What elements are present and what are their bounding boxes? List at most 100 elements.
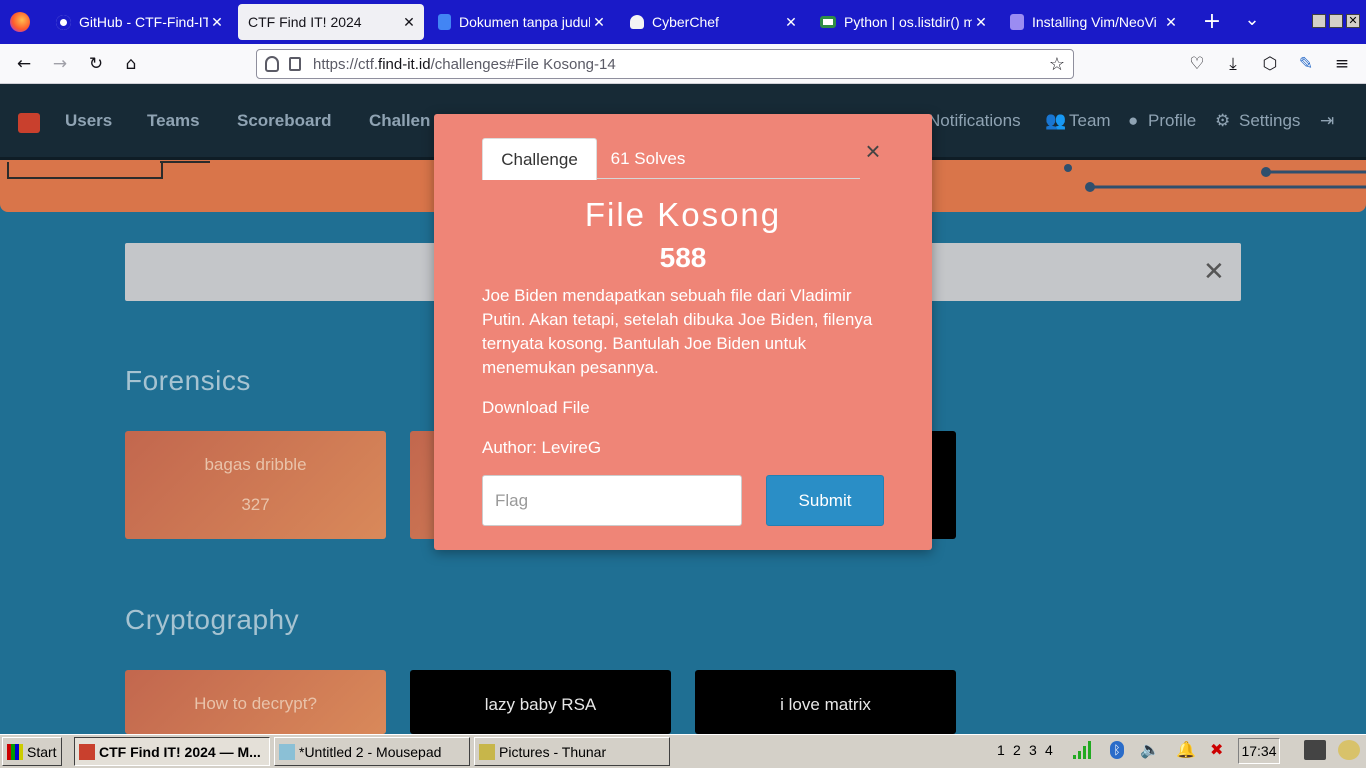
tab-neovim[interactable]: Installing Vim/NeoVi ✕ — [1000, 4, 1186, 40]
challenge-card[interactable]: i love matrix — [695, 670, 956, 734]
close-tab-icon[interactable]: ✕ — [208, 14, 226, 31]
user-circle-icon: ● — [1128, 111, 1139, 130]
notification-bell-icon[interactable]: 🔔 — [1176, 740, 1196, 759]
cyberchef-icon — [630, 15, 644, 29]
nav-team[interactable]: Team — [1069, 111, 1111, 131]
clock[interactable]: 17:34 — [1238, 738, 1280, 764]
challenge-card[interactable]: lazy baby RSA — [410, 670, 671, 734]
list-all-tabs-button[interactable]: ⌄ — [1240, 10, 1264, 34]
nav-profile[interactable]: Profile — [1148, 111, 1196, 131]
workspace-1[interactable]: 1 — [997, 742, 1005, 758]
bookmark-star-icon[interactable]: ☆ — [1049, 54, 1065, 75]
forward-arrow-icon[interactable]: → — [47, 51, 73, 77]
window-close-button[interactable]: ✕ — [1346, 14, 1360, 28]
tab-label: GitHub - CTF-Find-IT — [79, 14, 208, 30]
category-title: Forensics — [125, 365, 251, 396]
screenshot-tool-icon[interactable] — [1304, 740, 1326, 760]
close-tab-icon[interactable]: ✕ — [972, 14, 990, 31]
challenge-name: lazy baby RSA — [484, 695, 597, 714]
nav-users[interactable]: Users — [65, 111, 112, 131]
close-tab-icon[interactable]: ✕ — [782, 14, 800, 31]
start-button[interactable]: Start — [2, 737, 62, 766]
taskbar-window-label: CTF Find IT! 2024 — M... — [99, 743, 261, 760]
url-prefix: https://ctf. — [313, 55, 379, 73]
tab-label: CTF Find IT! 2024 — [248, 14, 362, 30]
image-folder-icon — [479, 743, 495, 760]
tab-label: CyberChef — [652, 14, 719, 30]
geeksforgeeks-icon — [820, 16, 836, 28]
close-tab-icon[interactable]: ✕ — [590, 14, 608, 31]
url-path: /challenges#File Kosong-14 — [430, 55, 616, 73]
tab-python-listdir[interactable]: Python | os.listdir() m ✕ — [810, 4, 996, 40]
power-manager-icon[interactable]: ✖ — [1210, 740, 1223, 759]
challenge-title: File Kosong — [584, 196, 782, 233]
submit-button[interactable]: Submit — [766, 475, 884, 526]
download-icon[interactable]: ⤓ — [1220, 51, 1246, 77]
window-maximize-button[interactable] — [1329, 14, 1343, 28]
taskbar-window-mousepad[interactable]: *Untitled 2 - Mousepad — [274, 737, 470, 766]
flag-input[interactable]: Flag — [482, 475, 742, 526]
tab-ctf-find-it[interactable]: CTF Find IT! 2024 ✕ — [238, 4, 424, 40]
url-domain: find-it.id — [378, 55, 431, 73]
challenge-card[interactable]: bagas dribble 327 — [125, 431, 386, 539]
close-tab-icon[interactable]: ✕ — [400, 14, 418, 31]
challenge-card[interactable]: How to decrypt? — [125, 670, 386, 734]
nav-scoreboard[interactable]: Scoreboard — [237, 111, 331, 131]
tab-google-docs[interactable]: Dokumen tanpa judul ✕ — [428, 4, 614, 40]
tab-label: Python | os.listdir() m — [844, 14, 972, 30]
home-icon[interactable]: ⌂ — [118, 51, 144, 77]
firefox-menu-icon[interactable] — [10, 12, 30, 32]
nav-settings[interactable]: Settings — [1239, 111, 1300, 131]
lock-icon[interactable] — [289, 57, 301, 71]
hamburger-menu-icon[interactable]: ≡ — [1329, 51, 1355, 77]
volume-icon[interactable]: 🔈 — [1140, 740, 1160, 759]
reload-icon[interactable]: ↻ — [83, 51, 109, 77]
taskbar-window-label: Pictures - Thunar — [499, 743, 607, 760]
eyedropper-icon[interactable]: ✎ — [1293, 51, 1319, 77]
close-tab-icon[interactable]: ✕ — [1162, 14, 1180, 31]
clear-search-icon[interactable]: ✕ — [1203, 257, 1225, 287]
firefox-icon — [79, 743, 95, 760]
tab-label: Installing Vim/NeoVi — [1032, 14, 1157, 30]
nav-teams[interactable]: Teams — [147, 111, 200, 131]
neovim-icon — [1010, 14, 1024, 30]
tab-solves[interactable]: 61 Solves — [598, 138, 698, 180]
workspace-3[interactable]: 3 — [1029, 742, 1037, 758]
close-icon[interactable]: × — [860, 138, 886, 164]
challenge-value: 327 — [241, 495, 270, 514]
download-file-link[interactable]: Download File — [482, 398, 590, 418]
challenge-name: bagas dribble — [204, 455, 307, 474]
category-title: Cryptography — [125, 604, 300, 635]
key-icon[interactable] — [1338, 740, 1360, 760]
workspace-2[interactable]: 2 — [1013, 742, 1021, 758]
window-minimize-button[interactable] — [1312, 14, 1326, 28]
users-icon: 👥 — [1045, 111, 1067, 130]
challenge-description: Joe Biden mendapatkan sebuah file dari V… — [482, 286, 873, 377]
extensions-icon[interactable]: ⬡ — [1257, 51, 1283, 77]
nav-notifications[interactable]: Notifications — [928, 111, 1021, 131]
google-docs-icon — [438, 14, 451, 30]
new-tab-button[interactable]: + — [1200, 10, 1224, 34]
start-menu-icon — [7, 743, 23, 760]
cogs-icon: ⚙ — [1215, 111, 1231, 130]
pocket-icon[interactable]: ♡ — [1184, 51, 1210, 77]
taskbar-window-thunar[interactable]: Pictures - Thunar — [474, 737, 670, 766]
tab-github[interactable]: GitHub - CTF-Find-IT ✕ — [46, 4, 232, 40]
logout-icon[interactable]: ⇥ — [1320, 111, 1334, 131]
back-arrow-icon[interactable]: ← — [11, 51, 37, 77]
network-signal-icon[interactable] — [1072, 740, 1092, 760]
challenge-name: How to decrypt? — [194, 694, 317, 713]
challenge-modal: Challenge 61 Solves × File Kosong 588 Jo… — [434, 114, 932, 550]
tab-challenge[interactable]: Challenge — [482, 138, 597, 180]
challenge-name: i love matrix — [780, 695, 871, 714]
bluetooth-icon[interactable]: ᛒ — [1110, 741, 1124, 759]
ctf-logo-icon[interactable] — [18, 113, 40, 133]
start-label: Start — [27, 743, 57, 760]
tab-cyberchef[interactable]: CyberChef ✕ — [620, 4, 806, 40]
nav-challenges[interactable]: Challen — [369, 111, 430, 131]
taskbar-window-firefox[interactable]: CTF Find IT! 2024 — M... — [74, 737, 270, 766]
github-icon — [56, 14, 71, 30]
shield-icon[interactable] — [265, 56, 279, 72]
url-bar[interactable]: https://ctf. find-it.id/challenges#File K… — [256, 49, 1074, 79]
workspace-4[interactable]: 4 — [1045, 742, 1053, 758]
